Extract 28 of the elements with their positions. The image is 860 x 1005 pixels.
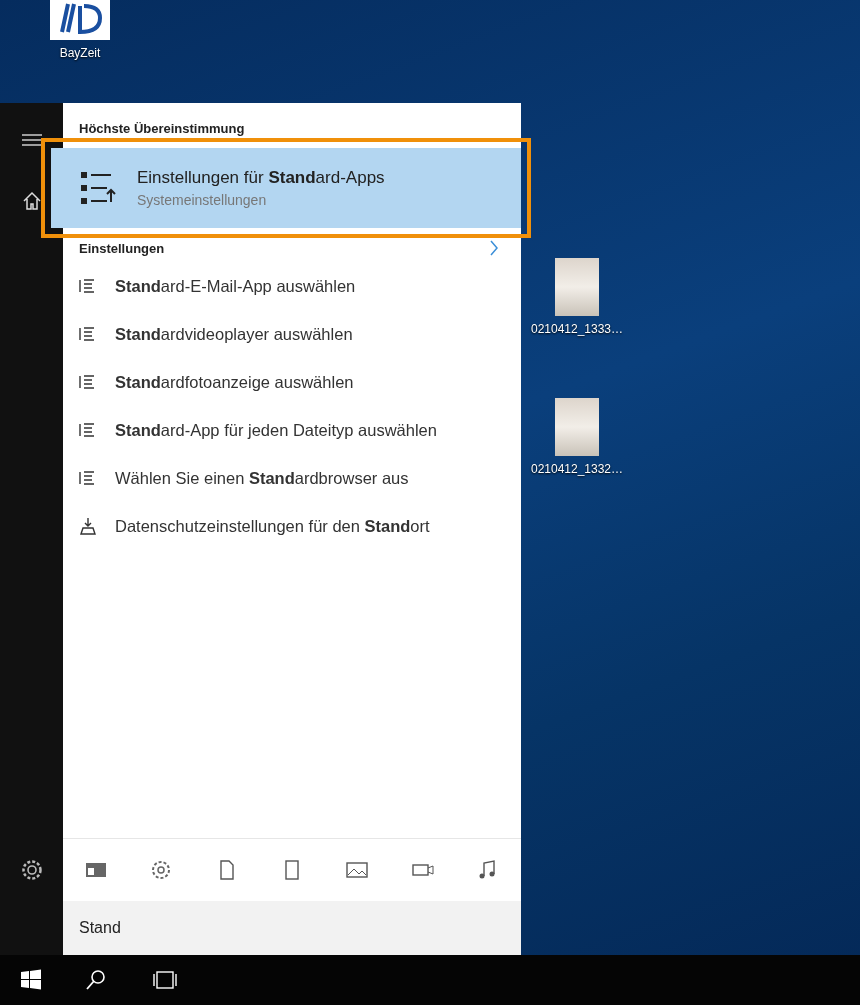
search-field[interactable]: Stand <box>63 901 521 955</box>
desktop-icon-label: 0210412_1333… <box>530 322 624 336</box>
home-icon[interactable] <box>21 191 42 211</box>
photo-placeholder <box>555 258 599 316</box>
list-icon <box>79 278 97 294</box>
task-view-icon[interactable] <box>150 970 180 990</box>
list-icon <box>79 422 97 438</box>
desktop-icon-label: BayZeit <box>59 46 101 60</box>
list-icon <box>79 326 97 342</box>
desktop-icon[interactable]: BayZeit <box>40 0 120 60</box>
settings-icon[interactable] <box>20 859 43 881</box>
best-match-subtitle: Systemeinstellungen <box>137 192 268 208</box>
list-icon <box>79 470 97 486</box>
best-match-item[interactable]: Einstellungen für Standard-Apps Systemeinstellungen <box>51 148 521 228</box>
windows-logo-icon[interactable] <box>20 969 42 991</box>
list-icon <box>79 374 97 390</box>
section-heading: Höchste Übereinstimmung <box>78 121 246 136</box>
chevron-right-icon[interactable] <box>489 240 499 256</box>
picture-icon[interactable] <box>345 859 370 881</box>
app-logo-icon <box>50 0 110 40</box>
desktop-icon-label: 0210412_1332… <box>530 462 624 476</box>
settings-result-item[interactable]: Datenschutzeinstellungen für den Standort <box>63 502 521 550</box>
search-icon[interactable] <box>84 968 108 992</box>
photo-placeholder <box>555 398 599 456</box>
menu-icon[interactable] <box>20 133 43 147</box>
location-icon <box>79 517 97 535</box>
best-match-title: Einstellungen für Standard-Apps <box>137 168 385 188</box>
section-heading: Einstellungen <box>79 240 165 256</box>
